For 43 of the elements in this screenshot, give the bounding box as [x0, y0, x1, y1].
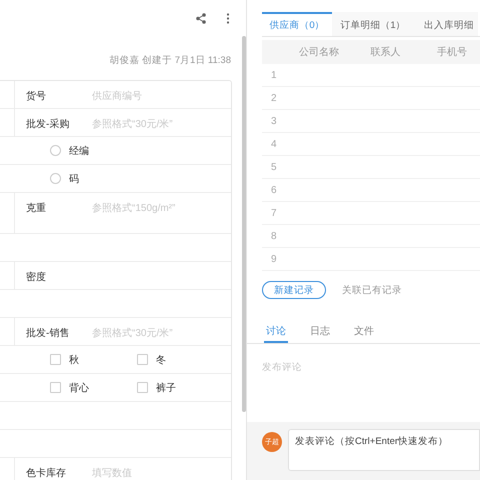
- link-record-link[interactable]: 关联已有记录: [342, 284, 402, 296]
- option-label: 背心: [69, 382, 89, 394]
- row-number: 7: [271, 208, 277, 218]
- option-label: 秋: [69, 354, 79, 366]
- new-record-button[interactable]: 新建记录: [262, 281, 326, 299]
- row-number: 4: [271, 138, 277, 150]
- field-label: 批发-销售: [26, 326, 70, 340]
- option-label: 经编: [69, 144, 89, 158]
- column-header: 手机号: [436, 46, 467, 59]
- tab[interactable]: 订单明细（1）: [332, 12, 414, 36]
- created-info: 胡俊嘉 创建于 7月1日 11:38: [108, 54, 232, 68]
- column-header: 公司名称: [298, 46, 340, 59]
- field-label: 批发-采购: [26, 118, 70, 131]
- comment-field[interactable]: 发布评论: [262, 344, 480, 422]
- field-label: 货号: [26, 90, 47, 103]
- field-label: 密度: [26, 270, 47, 284]
- tab[interactable]: 讨论: [264, 320, 288, 343]
- radio-button[interactable]: [50, 173, 61, 184]
- tab[interactable]: 文件: [352, 320, 376, 343]
- checkbox[interactable]: [50, 382, 61, 393]
- row-number: 2: [271, 92, 277, 104]
- more-icon[interactable]: [226, 12, 230, 24]
- row-number: 5: [271, 162, 277, 172]
- row-number: 3: [271, 116, 277, 126]
- share-icon[interactable]: [196, 12, 206, 24]
- column-header: 联系人: [370, 46, 402, 59]
- row-number: 6: [271, 184, 277, 196]
- tab[interactable]: 日志: [308, 320, 332, 343]
- checkbox[interactable]: [137, 354, 148, 365]
- field-label: 克重: [26, 202, 47, 215]
- option-label: 冬: [156, 354, 166, 366]
- option-label: 码: [69, 172, 79, 186]
- checkbox[interactable]: [50, 354, 61, 365]
- scrollbar[interactable]: [242, 36, 246, 412]
- field-label: 色卡库存: [26, 466, 67, 480]
- checkbox[interactable]: [137, 382, 148, 393]
- row-number: 1: [271, 70, 277, 80]
- tab[interactable]: 出入库明细: [414, 12, 478, 36]
- radio-button[interactable]: [50, 145, 61, 156]
- comment-input[interactable]: 发表评论（按Ctrl+Enter快速发布）: [288, 429, 480, 471]
- option-label: 裤子: [156, 382, 176, 394]
- row-number: 8: [271, 230, 277, 242]
- row-number: 9: [271, 254, 277, 264]
